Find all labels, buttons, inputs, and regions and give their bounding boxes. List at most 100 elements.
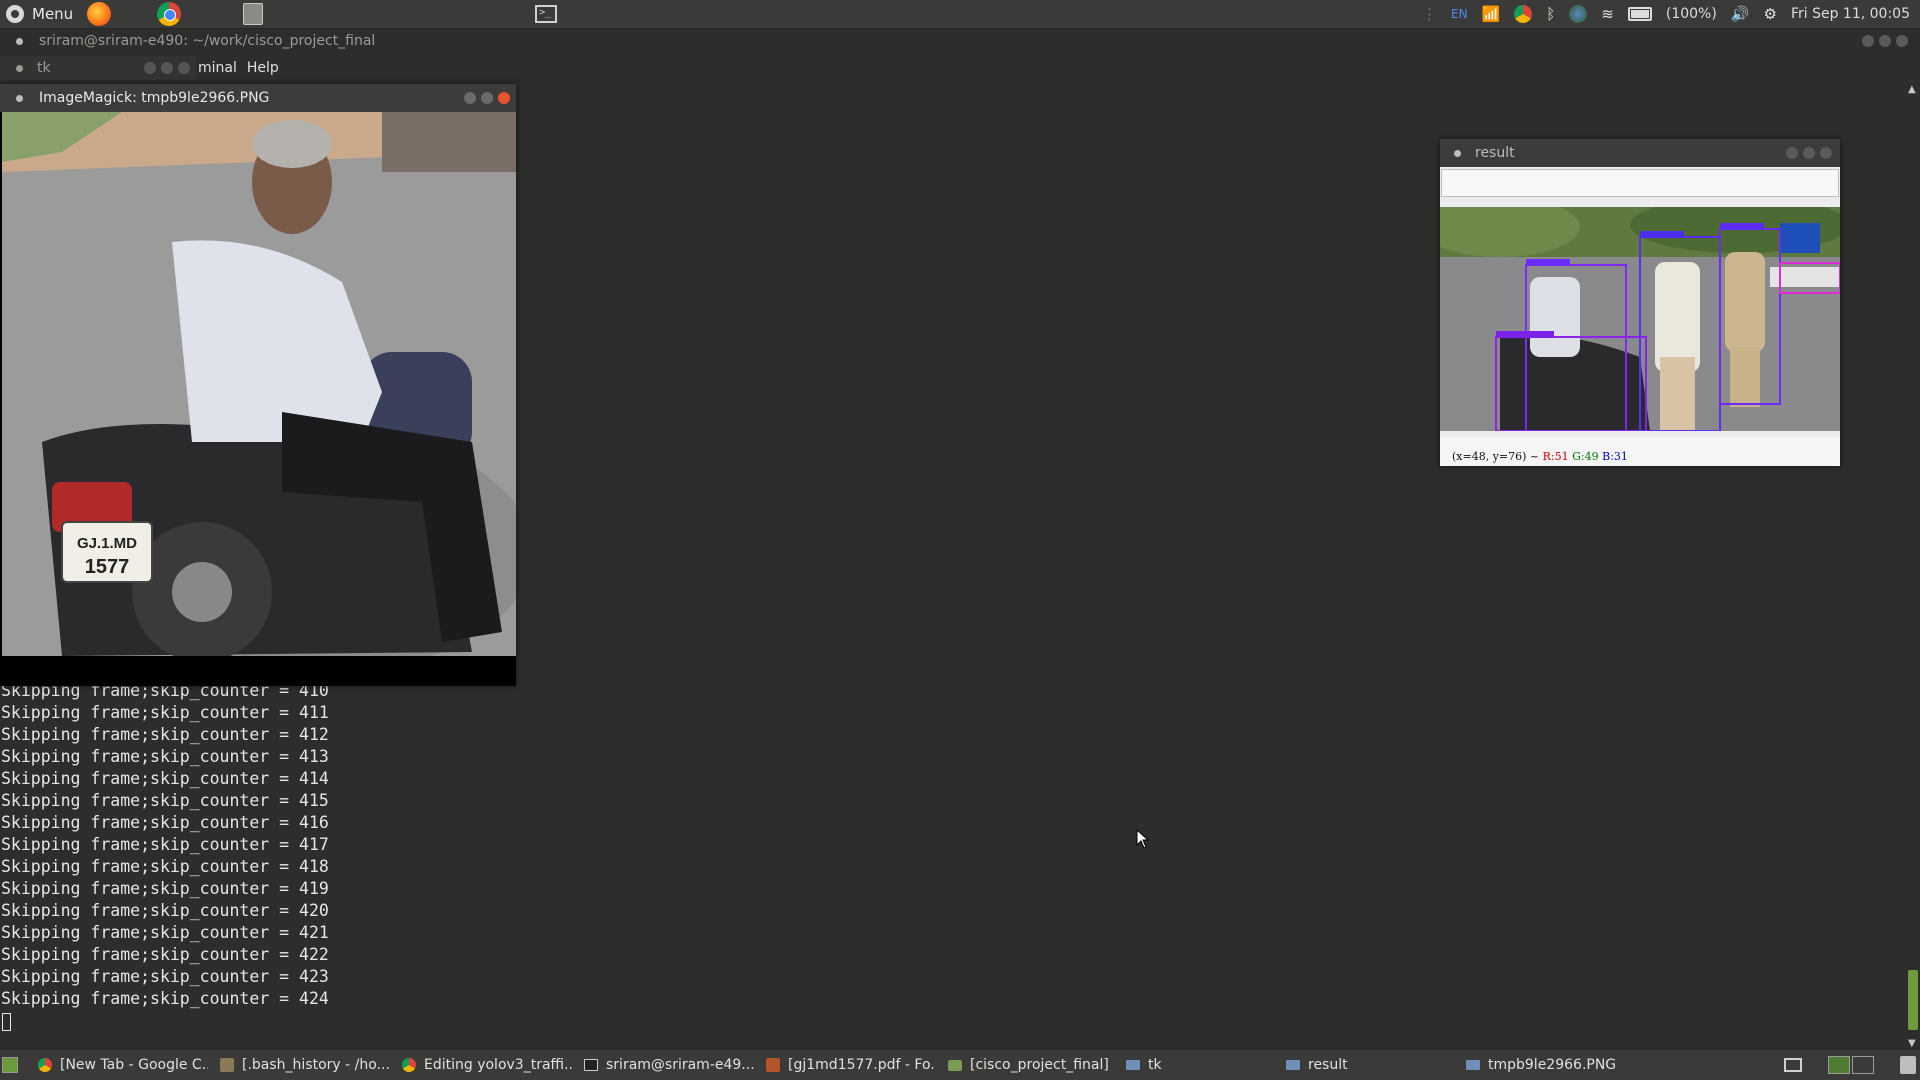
system-tray: ⋮ EN 📶 ᛒ ≋ (100%) 🔊 ⚙ Fri Sep 11, 00:05 (1422, 5, 1910, 23)
terminal-output[interactable]: Skipping frame;skip_counter = 410 Skippi… (1, 680, 701, 1032)
chrome-icon (38, 1058, 52, 1072)
menu-terminal[interactable]: minal (198, 60, 237, 76)
globe-icon[interactable] (1569, 5, 1588, 23)
result-statusbar: (x=48, y=76) ~ R:51 G:49 B:31 (1440, 437, 1840, 466)
close-icon[interactable] (178, 62, 190, 74)
window-menu-icon[interactable] (16, 94, 23, 102)
tk-window-titlebar[interactable]: tk (0, 56, 196, 80)
taskbar-item-label: [New Tab - Google C... (60, 1057, 208, 1073)
taskbar-item[interactable]: sriram@sriram-e49... (584, 1050, 754, 1080)
close-icon[interactable] (1896, 35, 1908, 47)
minimize-icon[interactable] (1862, 35, 1874, 47)
taskbar-item-label: result (1308, 1057, 1348, 1073)
menu-button[interactable]: Menu (6, 5, 73, 23)
menu-label: Menu (32, 5, 74, 23)
files-icon[interactable] (243, 3, 264, 25)
result-titlebar[interactable]: result (1440, 139, 1840, 167)
wifi-icon[interactable]: 📶 (1482, 5, 1501, 23)
settings-gear-icon[interactable]: ⚙ (1764, 5, 1777, 23)
minimize-icon[interactable] (1786, 147, 1798, 159)
taskbar-item[interactable]: Editing yolov3_traffi... (402, 1050, 572, 1080)
imagemagick-title: ImageMagick: tmpb9le2966.PNG (39, 90, 270, 106)
keyboard-layout-indicator[interactable]: EN (1451, 7, 1468, 21)
taskbar-item-label: sriram@sriram-e49... (606, 1057, 754, 1073)
menu-help[interactable]: Help (247, 60, 279, 76)
tray-menu-icon[interactable]: ⋮ (1422, 5, 1437, 23)
maximize-icon[interactable] (1803, 147, 1815, 159)
plate-line-1: GJ.1.MD (77, 535, 137, 552)
battery-icon[interactable] (1627, 7, 1652, 21)
workspace-switcher[interactable] (1828, 1056, 1874, 1074)
minimize-icon[interactable] (144, 62, 156, 74)
taskbar-item[interactable]: tk (1126, 1050, 1286, 1080)
mint-logo-icon (6, 5, 24, 23)
terminal-title: sriram@sriram-e490: ~/work/cisco_project… (39, 33, 376, 49)
taskbar-item[interactable]: [.bash_history - /ho... (220, 1050, 390, 1080)
mouse-pointer-icon (1136, 829, 1150, 849)
window-menu-icon[interactable] (16, 37, 23, 45)
window-icon (1126, 1060, 1140, 1070)
pixel-blue-value: B:31 (1602, 450, 1628, 463)
terminal-titlebar: sriram@sriram-e490: ~/work/cisco_project… (0, 28, 1920, 54)
imagemagick-window[interactable]: ImageMagick: tmpb9le2966.PNG GJ.1.MD 157… (0, 84, 516, 686)
bottom-taskbar: [New Tab - Google C... [.bash_history - … (0, 1050, 1920, 1080)
pixel-green-value: G:49 (1572, 450, 1599, 463)
terminal-line: Skipping frame;skip_counter = 417 (1, 835, 329, 854)
terminal-window-controls (1862, 35, 1908, 47)
taskbar-item[interactable]: [cisco_project_final] (948, 1050, 1118, 1080)
detection-result-image[interactable] (1440, 207, 1840, 431)
terminal-line: Skipping frame;skip_counter = 423 (1, 967, 329, 986)
scroll-up-icon[interactable]: ▲ (1908, 84, 1916, 95)
maximize-icon[interactable] (1879, 35, 1891, 47)
close-icon[interactable] (498, 92, 510, 104)
screen-icon[interactable] (1784, 1058, 1802, 1072)
chrome-icon (402, 1058, 416, 1072)
firefox-icon[interactable] (87, 2, 112, 26)
chrome-tray-icon[interactable] (1514, 5, 1533, 23)
gedit-icon (220, 1058, 234, 1072)
maximize-icon[interactable] (161, 62, 173, 74)
volume-icon[interactable]: 🔊 (1731, 5, 1750, 23)
terminal-prompt-line[interactable] (1, 1010, 701, 1032)
taskbar-item-label: [.bash_history - /ho... (242, 1057, 390, 1073)
terminal-icon[interactable]: >_ (535, 5, 558, 23)
battery-percentage: (100%) (1665, 6, 1717, 22)
bluetooth-icon[interactable]: ᛒ (1546, 5, 1555, 23)
maximize-icon[interactable] (481, 92, 493, 104)
workspace-2[interactable] (1852, 1056, 1874, 1074)
show-desktop-icon[interactable] (2, 1057, 18, 1073)
window-icon (1286, 1060, 1300, 1070)
window-menu-icon[interactable] (16, 64, 23, 72)
scrollbar-thumb[interactable] (1908, 970, 1918, 1030)
minimize-icon[interactable] (464, 92, 476, 104)
imagemagick-titlebar[interactable]: ImageMagick: tmpb9le2966.PNG (0, 84, 516, 112)
trash-icon[interactable] (1900, 1056, 1916, 1074)
plate-line-2: 1577 (85, 556, 130, 578)
network-icon[interactable]: ≋ (1601, 5, 1614, 23)
terminal-line: Skipping frame;skip_counter = 422 (1, 945, 329, 964)
taskbar-item-label: Editing yolov3_traffi... (424, 1057, 572, 1073)
pixel-red-value: R:51 (1542, 450, 1569, 463)
terminal-line: Skipping frame;skip_counter = 424 (1, 989, 329, 1008)
taskbar-item[interactable]: [gj1md1577.pdf - Fo... (766, 1050, 936, 1080)
chrome-icon[interactable] (157, 2, 182, 26)
tk-window-title: tk (37, 60, 51, 76)
taskbar-item[interactable]: [New Tab - Google C... (38, 1050, 208, 1080)
taskbar-item[interactable]: tmpb9le2966.PNG (1466, 1050, 1646, 1080)
result-title: result (1475, 145, 1515, 161)
taskbar-item[interactable]: result (1286, 1050, 1466, 1080)
window-menu-icon[interactable] (1454, 149, 1461, 157)
folder-icon (948, 1059, 962, 1071)
terminal-line: Skipping frame;skip_counter = 420 (1, 901, 329, 920)
terminal-line: Skipping frame;skip_counter = 412 (1, 725, 329, 744)
terminal-line: Skipping frame;skip_counter = 418 (1, 857, 329, 876)
result-window[interactable]: result (x=48, y=76) ~ R:51 G:49 B:31 (1440, 139, 1840, 466)
close-icon[interactable] (1820, 147, 1832, 159)
taskbar-item-label: tk (1148, 1057, 1162, 1073)
terminal-line: Skipping frame;skip_counter = 421 (1, 923, 329, 942)
scroll-down-icon[interactable]: ▼ (1908, 1038, 1916, 1049)
workspace-1[interactable] (1828, 1056, 1850, 1074)
clock[interactable]: Fri Sep 11, 00:05 (1791, 6, 1910, 22)
result-toolbar[interactable] (1441, 169, 1839, 197)
terminal-scrollbar[interactable]: ▲ ▼ (1906, 84, 1920, 1049)
